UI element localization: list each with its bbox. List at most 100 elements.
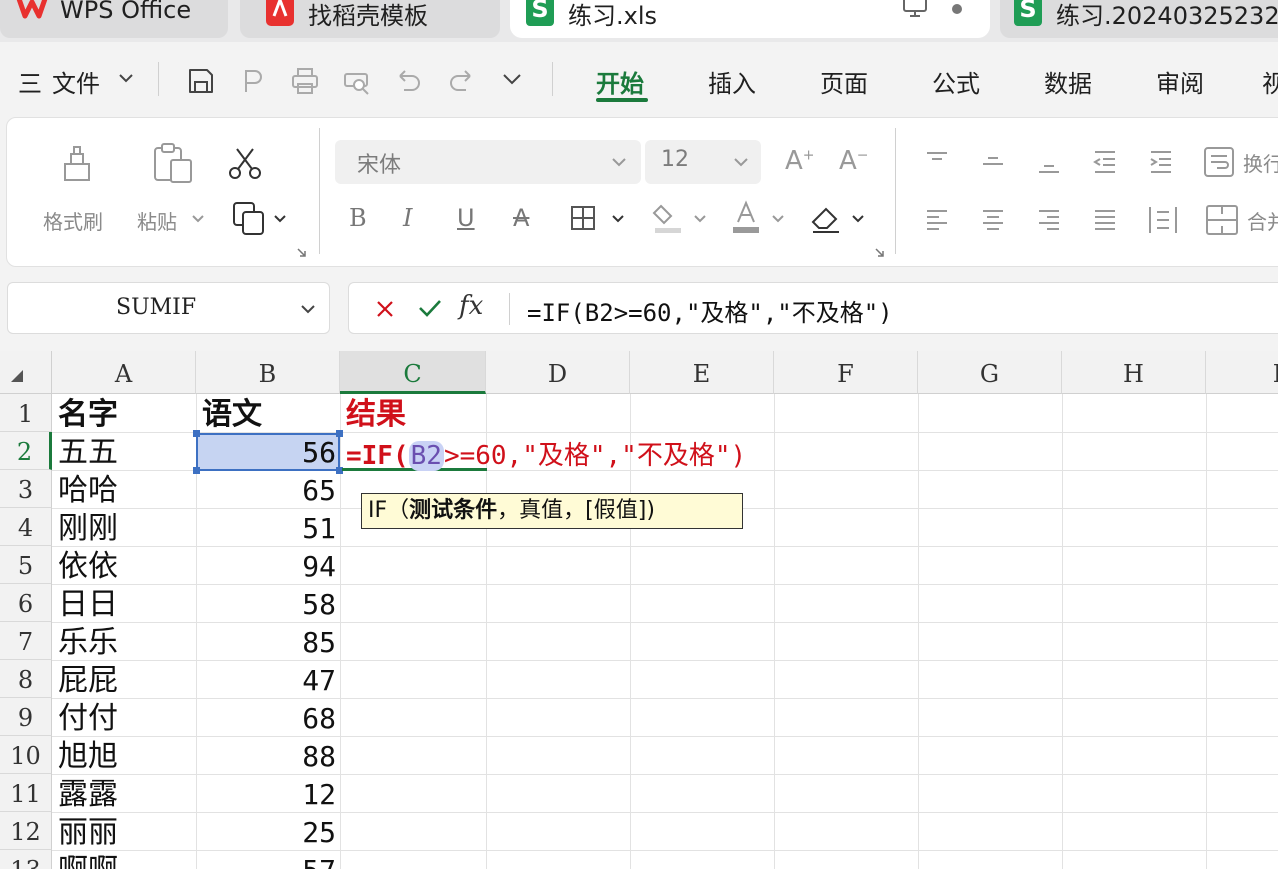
tab-wps-office[interactable]: WPS Office	[0, 0, 228, 38]
cell-c1[interactable]: 结果	[346, 395, 406, 433]
chevron-down-icon[interactable]	[300, 303, 316, 315]
column-header-h[interactable]: H	[1062, 351, 1206, 394]
cell-name[interactable]: 哈哈	[58, 471, 118, 509]
font-color-chevron-icon[interactable]	[771, 214, 785, 224]
hamburger-menu-icon[interactable]: 三	[18, 64, 42, 99]
menu-view-tab[interactable]: 视	[1262, 64, 1278, 99]
cell-name[interactable]: 露露	[58, 775, 118, 813]
in-cell-formula-editor[interactable]: =IF(B2>=60,"及格","不及格")	[346, 435, 746, 472]
wrap-text-icon[interactable]	[1203, 146, 1237, 178]
tooltip-current-argument[interactable]: 测试条件	[409, 498, 497, 523]
fill-color-chevron-icon[interactable]	[693, 214, 707, 224]
column-header-b[interactable]: B	[196, 351, 340, 394]
wrap-text-label[interactable]: 换行	[1243, 148, 1278, 177]
row-header[interactable]: 3	[0, 470, 52, 508]
cell-score[interactable]: 58	[198, 585, 336, 623]
cell-score[interactable]: 65	[198, 471, 336, 509]
column-header-a[interactable]: A	[52, 351, 196, 394]
cell-score[interactable]: 51	[198, 509, 336, 547]
cell-score[interactable]: 57	[198, 851, 336, 869]
bold-icon[interactable]: B	[349, 204, 367, 232]
menu-review-tab[interactable]: 审阅	[1156, 64, 1204, 99]
menu-data-tab[interactable]: 数据	[1044, 64, 1092, 99]
align-bottom-icon[interactable]	[1035, 148, 1063, 176]
cell-name[interactable]: 付付	[58, 699, 118, 737]
merge-cells-icon[interactable]	[1205, 204, 1239, 236]
more-quick-actions-chevron-icon[interactable]	[502, 72, 522, 86]
font-name-select[interactable]: 宋体	[335, 140, 641, 184]
print-preview-icon[interactable]	[342, 66, 372, 96]
paste-chevron-icon[interactable]	[191, 214, 205, 224]
cell-name[interactable]: 旭旭	[58, 737, 118, 775]
tooltip-function[interactable]: IF（	[368, 498, 409, 523]
undo-icon[interactable]	[394, 66, 424, 96]
tab-workbook-active[interactable]: S 练习.xls	[510, 0, 990, 38]
save-icon[interactable]	[186, 66, 216, 96]
row-header[interactable]: 6	[0, 584, 52, 622]
cell-score[interactable]: 25	[198, 813, 336, 851]
file-menu[interactable]: 文件	[52, 64, 100, 99]
row-header[interactable]: 2	[0, 432, 52, 470]
cell-score[interactable]: 56	[198, 433, 336, 471]
italic-icon[interactable]: I	[403, 204, 412, 232]
increase-font-size-icon[interactable]: A+	[785, 146, 815, 176]
column-header-d[interactable]: D	[486, 351, 630, 394]
cancel-formula-icon[interactable]	[375, 299, 395, 319]
column-header-f[interactable]: F	[774, 351, 918, 394]
cell-b1[interactable]: 语文	[202, 395, 262, 433]
increase-indent-icon[interactable]	[1147, 148, 1175, 176]
paste-label[interactable]: 粘贴	[137, 206, 177, 235]
font-size-select[interactable]: 12	[645, 140, 761, 184]
menu-insert-tab[interactable]: 插入	[708, 64, 756, 99]
align-left-icon[interactable]	[923, 206, 951, 234]
align-middle-icon[interactable]	[979, 148, 1007, 176]
strikethrough-icon[interactable]: A	[513, 204, 529, 232]
print-icon[interactable]	[290, 66, 320, 96]
font-color-icon[interactable]	[729, 200, 763, 234]
cell-name[interactable]: 啊啊	[58, 851, 118, 869]
row-header[interactable]: 9	[0, 698, 52, 736]
cell-name[interactable]: 日日	[58, 585, 118, 623]
fill-color-icon[interactable]	[651, 200, 685, 234]
justify-icon[interactable]	[1091, 206, 1119, 234]
row-header[interactable]: 8	[0, 660, 52, 698]
cell-score[interactable]: 12	[198, 775, 336, 813]
row-header[interactable]: 11	[0, 774, 52, 812]
column-header-c[interactable]: C	[340, 351, 486, 394]
row-header[interactable]: 13	[0, 850, 52, 869]
select-all-corner[interactable]	[0, 351, 52, 394]
cut-icon[interactable]	[227, 146, 263, 182]
distributed-align-icon[interactable]	[1147, 204, 1179, 236]
redo-icon[interactable]	[446, 66, 476, 96]
copy-icon[interactable]	[231, 200, 267, 236]
formula-cell-reference[interactable]: B2	[408, 441, 444, 471]
format-painter-icon[interactable]	[59, 144, 95, 184]
cell-name[interactable]: 刚刚	[58, 509, 118, 547]
row-header[interactable]: 7	[0, 622, 52, 660]
decrease-indent-icon[interactable]	[1091, 148, 1119, 176]
decrease-font-size-icon[interactable]: A−	[839, 146, 869, 176]
name-box[interactable]: SUMIF	[7, 282, 330, 334]
format-painter-label[interactable]: 格式刷	[43, 206, 103, 235]
insert-function-fx-icon[interactable]: fx	[459, 291, 483, 321]
align-center-icon[interactable]	[979, 206, 1007, 234]
tab-template[interactable]: 找稻壳模板	[240, 0, 500, 38]
menu-formula-tab[interactable]: 公式	[932, 64, 980, 99]
unsaved-dot-icon[interactable]	[950, 2, 964, 16]
export-pdf-icon[interactable]	[238, 66, 268, 96]
cell-score[interactable]: 88	[198, 737, 336, 775]
border-icon[interactable]	[569, 204, 597, 232]
border-chevron-icon[interactable]	[611, 214, 625, 224]
clear-chevron-icon[interactable]	[851, 214, 865, 224]
cell-score[interactable]: 85	[198, 623, 336, 661]
chevron-down-icon[interactable]	[118, 72, 134, 84]
cell-score[interactable]: 68	[198, 699, 336, 737]
menu-home-tab[interactable]: 开始	[596, 64, 644, 99]
clear-format-eraser-icon[interactable]	[809, 202, 843, 234]
monitor-icon[interactable]	[902, 0, 928, 18]
align-right-icon[interactable]	[1035, 206, 1063, 234]
row-header[interactable]: 4	[0, 508, 52, 546]
paste-icon[interactable]	[151, 142, 195, 186]
cell-name[interactable]: 丽丽	[58, 813, 118, 851]
formula-input[interactable]: =IF(B2>=60,"及格","不及格")	[527, 293, 893, 328]
